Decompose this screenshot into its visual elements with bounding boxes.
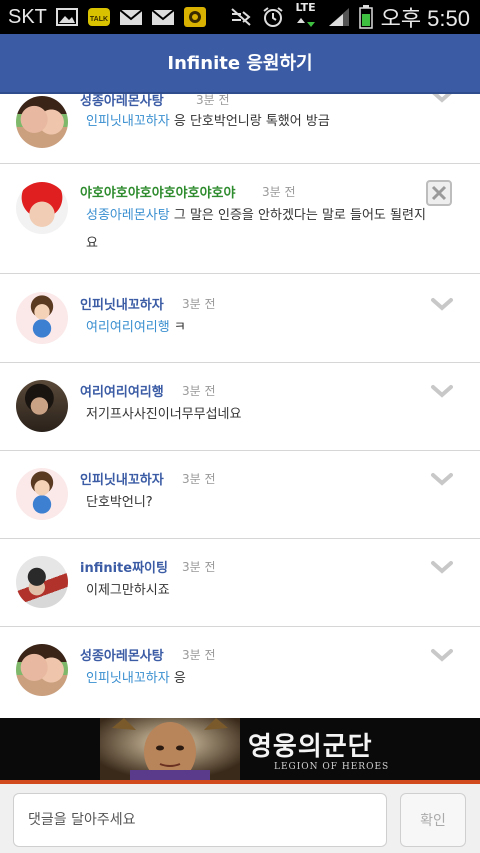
comment-input[interactable] [13, 793, 387, 847]
banner-subtitle: LEGION OF HEROES [274, 762, 390, 772]
carrier-label: SKT [8, 5, 47, 28]
comment-text: 인피닛내꼬하자 응 [86, 665, 426, 693]
kakaotalk-icon: TALK [87, 8, 110, 26]
confirm-button[interactable]: 확인 [400, 793, 466, 847]
avatar[interactable] [16, 380, 68, 432]
comment-mention[interactable]: 성종아레몬사탕 [86, 208, 170, 223]
data-arrows-icon [296, 18, 315, 27]
comment-input-bar: 확인 [0, 784, 480, 853]
comment-text: 이제그만하시죠 [86, 577, 426, 605]
comment-time: 3분 전 [182, 297, 216, 311]
comment-author[interactable]: 성종아레몬사탕 [80, 645, 164, 664]
chevron-down-icon[interactable] [430, 94, 454, 104]
status-right: LTE 오후 5:50 [229, 0, 470, 34]
comment-mention[interactable]: 인피닛내꼬하자 [86, 671, 170, 686]
comment-time: 3분 전 [182, 384, 216, 398]
comment-body: ㅋ [169, 320, 186, 335]
mute-icon [230, 8, 251, 26]
status-bar: SKT TALK LTE 오후 5:50 [0, 0, 480, 34]
alarm-icon [262, 7, 283, 27]
comment-mention[interactable]: 여리여리여리행 [86, 320, 170, 335]
close-icon [431, 185, 447, 201]
comment-item: 여리여리여리행 3분 전 저기프사사진이너무무섭네요 [0, 363, 480, 451]
comment-text: 성종아레몬사탕 그 말은 인증을 안하겠다는 말로 들어도 될련지요 [86, 202, 426, 258]
comment-mention[interactable]: 인피닛내꼬하자 [86, 114, 170, 129]
comment-text: 저기프사사진이너무무섭네요 [86, 401, 426, 429]
comment-body: 저기프사사진이너무무섭네요 [86, 407, 242, 422]
comment-author[interactable]: 성종아레몬사탕 [80, 94, 164, 109]
battery-icon [358, 5, 373, 29]
comment-author[interactable]: 인피닛내꼬하자 [80, 294, 164, 313]
comment-time: 3분 전 [182, 472, 216, 486]
image-icon [55, 8, 78, 26]
banner-title: 영웅의군단 [248, 732, 373, 762]
comment-time: 3분 전 [182, 560, 216, 574]
lte-data-icon: LTE [293, 2, 319, 32]
delete-comment-button[interactable] [426, 180, 452, 206]
signal-icon [328, 8, 349, 26]
comment-author[interactable]: infinite짜이팅 [80, 557, 168, 576]
avatar[interactable] [16, 182, 68, 234]
banner-artwork [0, 718, 480, 780]
chevron-down-icon[interactable] [430, 471, 454, 487]
ad-banner[interactable]: 영웅의군단 LEGION OF HEROES [0, 718, 480, 784]
comment-item: 야호야호야호야호야호야호야 3분 전 성종아레몬사탕 그 말은 인증을 안하겠다… [0, 164, 480, 274]
network-label: LTE [295, 1, 316, 14]
chevron-down-icon[interactable] [430, 647, 454, 663]
comment-item: 성종아레몬사탕 3분 전 인피닛내꼬하자 응 [0, 627, 480, 718]
comment-time: 3분 전 [196, 94, 230, 107]
avatar[interactable] [16, 556, 68, 608]
comment-item: infinite짜이팅 3분 전 이제그만하시죠 [0, 539, 480, 627]
svg-text:TALK: TALK [90, 16, 108, 23]
mail-icon [119, 9, 143, 25]
comment-author[interactable]: 야호야호야호야호야호야호야 [80, 182, 235, 201]
comment-body: 단호박언니? [86, 495, 153, 510]
mail-icon [151, 9, 175, 25]
avatar[interactable] [16, 96, 68, 148]
avatar[interactable] [16, 468, 68, 520]
comment-text: 인피닛내꼬하자 응 단호박언니랑 톡했어 방금 [86, 108, 426, 136]
comment-body: 이제그만하시죠 [86, 583, 170, 598]
clock: 오후 5:50 [380, 6, 470, 31]
status-left: SKT TALK [8, 0, 207, 34]
avatar[interactable] [16, 644, 68, 696]
comment-item: 성종아레몬사탕 3분 전 인피닛내꼬하자 응 단호박언니랑 톡했어 방금 [0, 94, 480, 164]
comment-time: 3분 전 [182, 648, 216, 662]
coin-app-icon [183, 7, 206, 27]
comment-list[interactable]: 성종아레몬사탕 3분 전 인피닛내꼬하자 응 단호박언니랑 톡했어 방금 야호야… [0, 94, 480, 718]
comment-time: 3분 전 [262, 185, 296, 199]
app-header: Infinite 응원하기 [0, 34, 480, 94]
comment-item: 인피닛내꼬하자 3분 전 여리여리여리행 ㅋ [0, 274, 480, 363]
comment-text: 여리여리여리행 ㅋ [86, 314, 426, 342]
comment-body: 응 [169, 671, 186, 686]
comment-body: 응 단호박언니랑 톡했어 방금 [169, 114, 330, 129]
chevron-down-icon[interactable] [430, 296, 454, 312]
comment-item: 인피닛내꼬하자 3분 전 단호박언니? [0, 451, 480, 539]
chevron-down-icon[interactable] [430, 559, 454, 575]
avatar[interactable] [16, 292, 68, 344]
chevron-down-icon[interactable] [430, 383, 454, 399]
comment-author[interactable]: 인피닛내꼬하자 [80, 469, 164, 488]
comment-author[interactable]: 여리여리여리행 [80, 381, 164, 400]
page-title: Infinite 응원하기 [167, 53, 313, 74]
comment-text: 단호박언니? [86, 489, 426, 517]
